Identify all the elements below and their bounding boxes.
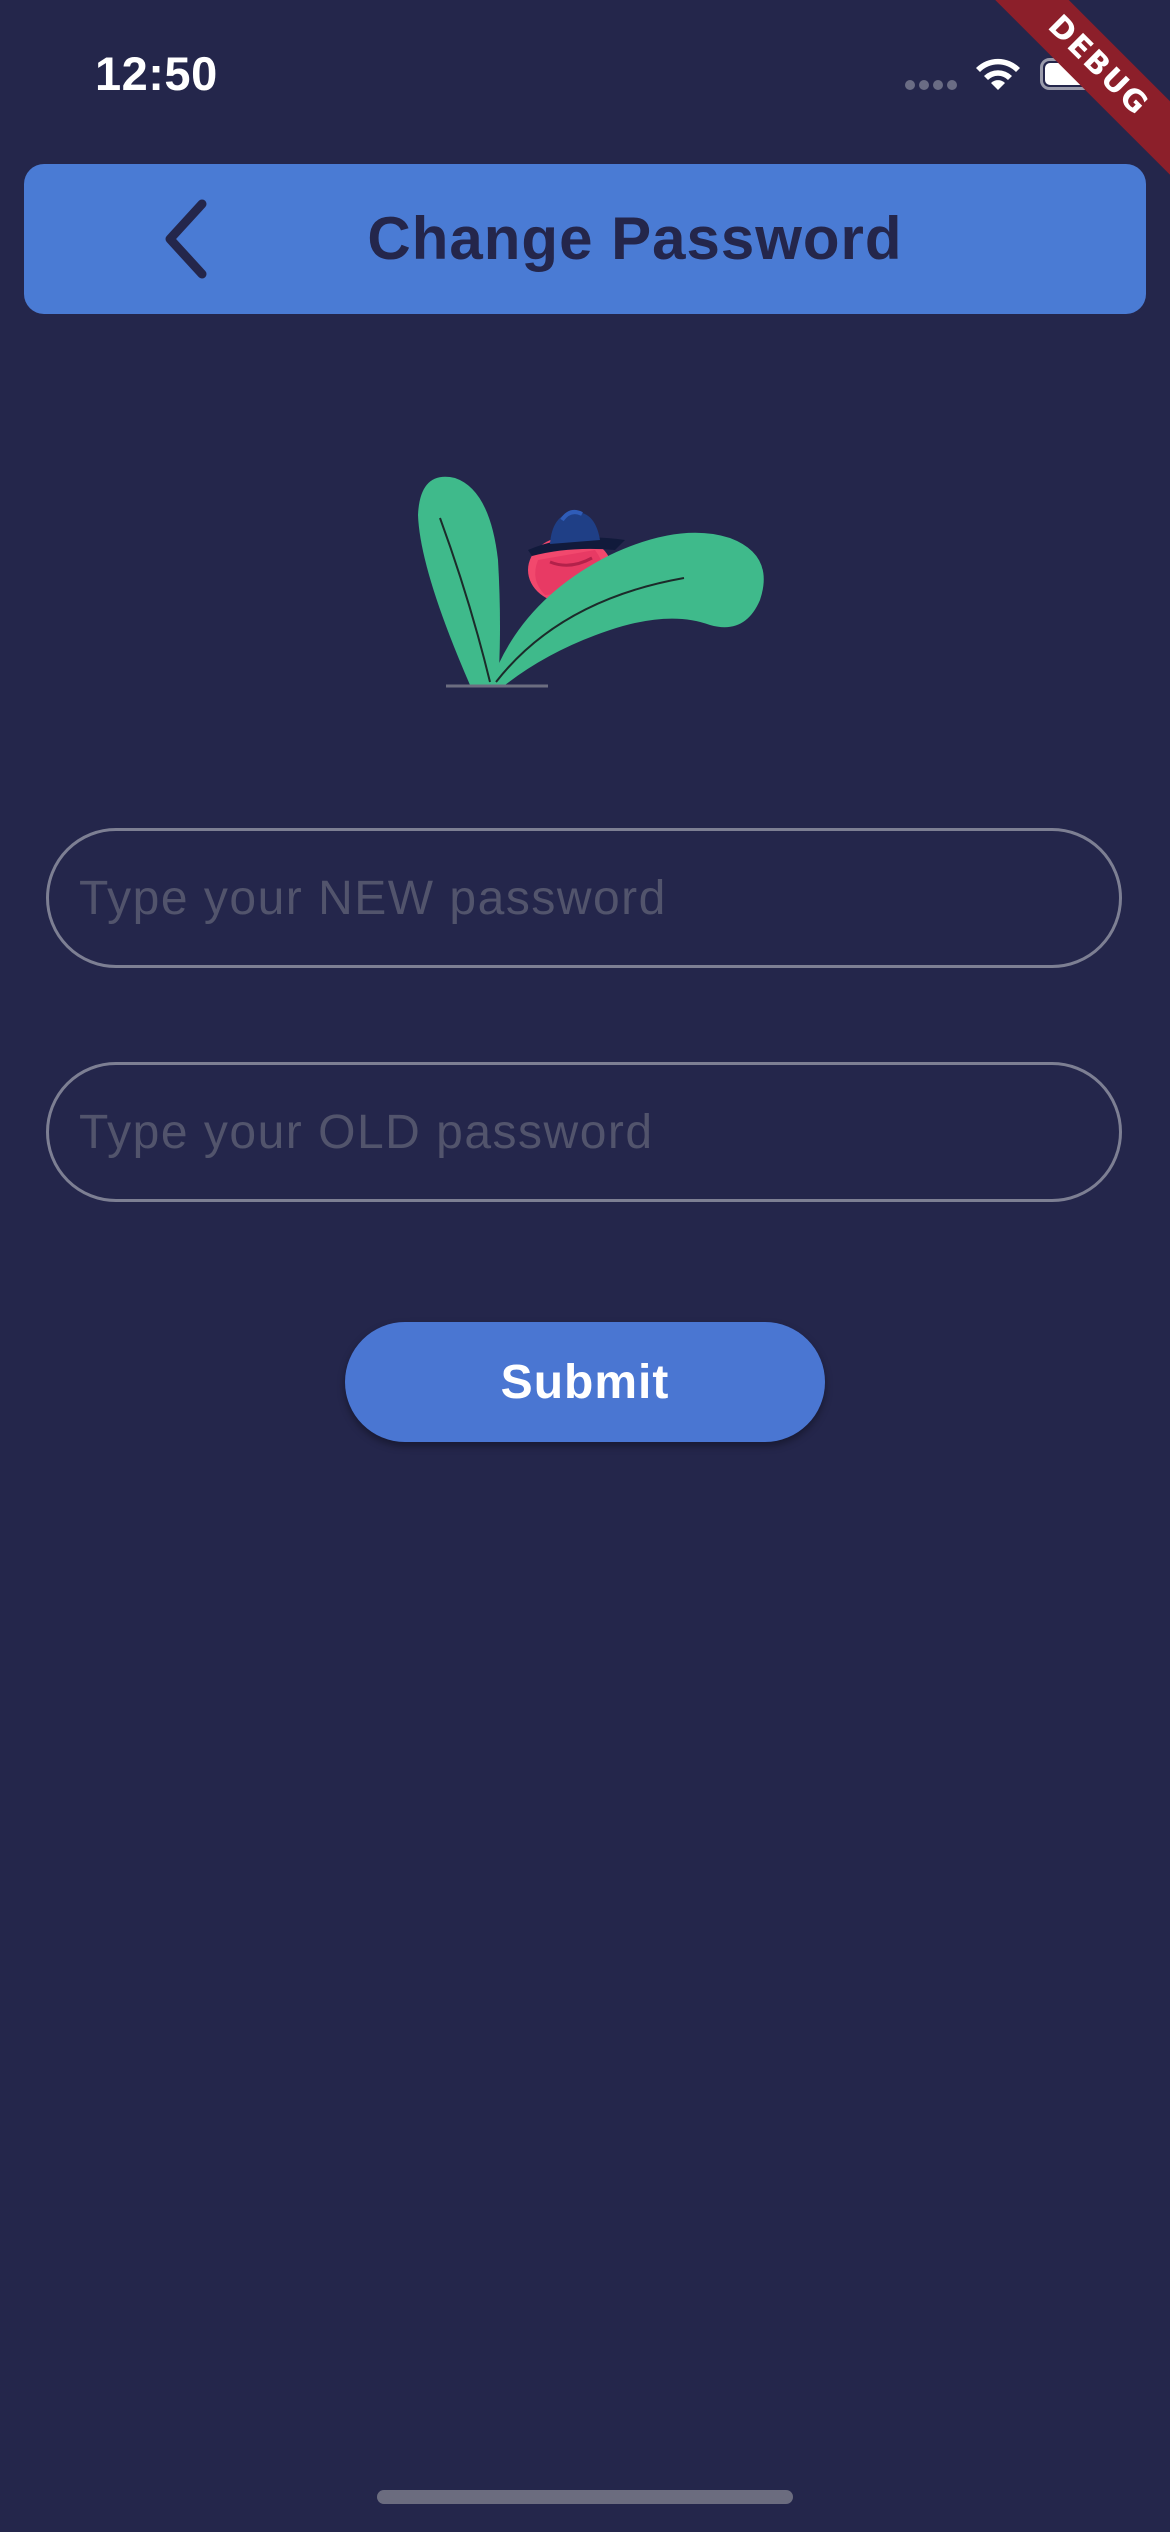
new-password-field[interactable] bbox=[46, 828, 1122, 968]
page-title: Change Password bbox=[367, 205, 903, 272]
submit-button[interactable]: Submit bbox=[345, 1322, 825, 1442]
new-password-input[interactable] bbox=[49, 831, 1119, 965]
home-indicator[interactable] bbox=[377, 2490, 793, 2504]
signal-dots-icon bbox=[905, 80, 959, 90]
status-bar: 12:50 bbox=[0, 0, 1170, 150]
old-password-input[interactable] bbox=[49, 1065, 1119, 1199]
status-time: 12:50 bbox=[95, 47, 218, 100]
app-bar: Change Password bbox=[24, 164, 1146, 314]
hiding-person-plant-illustration bbox=[418, 476, 764, 688]
old-password-field[interactable] bbox=[46, 1062, 1122, 1202]
change-password-screen: 12:50 DEBUG Change Password Submit bbox=[0, 0, 1170, 2532]
wifi-icon bbox=[976, 58, 1020, 90]
